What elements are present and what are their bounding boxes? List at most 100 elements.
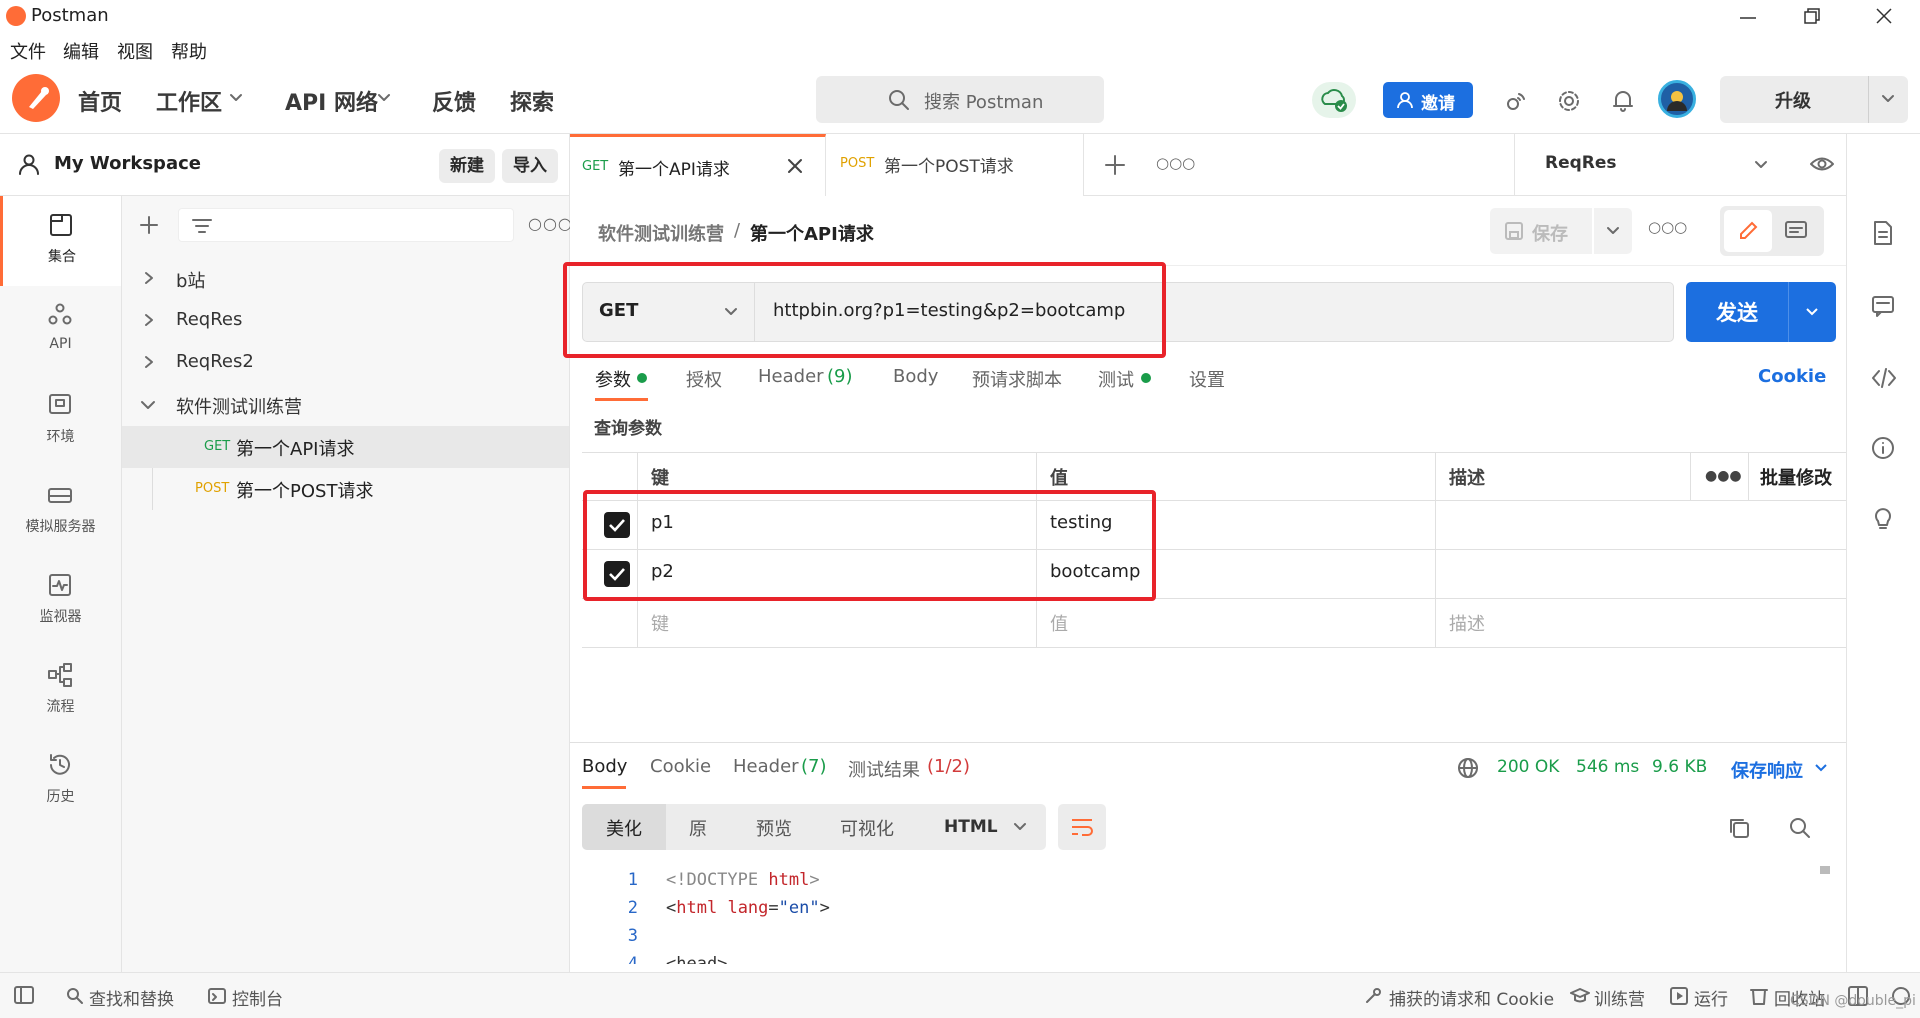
- new-key-input[interactable]: 键: [651, 610, 669, 636]
- filter-input[interactable]: [178, 208, 514, 242]
- response-tab-test-results[interactable]: 测试结果: [848, 756, 920, 782]
- collection-item[interactable]: ReqRes: [122, 300, 569, 342]
- sidebar-toggle-icon[interactable]: [14, 986, 34, 1004]
- capture-requests-button[interactable]: 捕获的请求和 Cookie: [1389, 985, 1554, 1010]
- save-button[interactable]: 保存: [1490, 208, 1592, 254]
- documentation-icon[interactable]: [1871, 220, 1895, 246]
- status-code[interactable]: 200 OK: [1497, 757, 1559, 777]
- tab-params[interactable]: 参数: [595, 366, 631, 392]
- environment-selector[interactable]: ReqRes: [1514, 134, 1846, 196]
- new-button[interactable]: 新建: [439, 149, 495, 183]
- search-input[interactable]: 搜索 Postman: [816, 76, 1104, 123]
- view-mode-visualize[interactable]: 可视化: [840, 815, 894, 841]
- response-tab-cookie[interactable]: Cookie: [650, 756, 711, 777]
- sync-cloud-icon[interactable]: [1312, 82, 1356, 118]
- collection-item-expanded[interactable]: 软件测试训练营: [122, 384, 569, 426]
- view-mode-raw[interactable]: 原: [689, 815, 707, 841]
- upgrade-button[interactable]: 升级: [1720, 76, 1908, 123]
- menu-edit[interactable]: 编辑: [63, 38, 99, 64]
- notification-bell-icon[interactable]: [1610, 88, 1636, 114]
- search-icon[interactable]: [1788, 816, 1812, 840]
- settings-gear-icon[interactable]: [1556, 88, 1582, 114]
- import-button[interactable]: 导入: [502, 149, 558, 183]
- request-item[interactable]: POST 第一个POST请求: [122, 468, 569, 510]
- view-mode-pretty[interactable]: 美化: [582, 804, 666, 850]
- close-window-icon[interactable]: [1872, 4, 1896, 28]
- tab-tests[interactable]: 测试: [1098, 366, 1134, 392]
- nav-feedback[interactable]: 反馈: [432, 85, 476, 117]
- nav-home[interactable]: 首页: [78, 85, 122, 117]
- minimize-icon[interactable]: [1736, 4, 1760, 28]
- code-line[interactable]: <html lang="en">: [666, 898, 830, 918]
- rail-environment[interactable]: 环境: [0, 376, 121, 466]
- response-tab-body[interactable]: Body: [582, 756, 627, 777]
- view-mode-preview[interactable]: 预览: [756, 815, 792, 841]
- eye-icon[interactable]: [1809, 153, 1835, 175]
- tab-body[interactable]: Body: [893, 366, 938, 387]
- edit-mode[interactable]: [1724, 210, 1772, 252]
- info-icon[interactable]: [1871, 436, 1895, 460]
- tab-settings[interactable]: 设置: [1189, 366, 1225, 392]
- response-size[interactable]: 9.6 KB: [1652, 757, 1707, 777]
- code-line[interactable]: <head>: [666, 954, 727, 964]
- tab-prerequest[interactable]: 预请求脚本: [972, 366, 1062, 392]
- code-line[interactable]: <!DOCTYPE html>: [666, 870, 820, 890]
- console-button[interactable]: 控制台: [232, 985, 283, 1010]
- new-description-input[interactable]: 描述: [1449, 610, 1485, 636]
- add-collection-icon[interactable]: [138, 214, 160, 236]
- globe-icon[interactable]: [1456, 756, 1480, 780]
- close-tab-icon[interactable]: [786, 157, 804, 175]
- cookie-link[interactable]: Cookie: [1758, 366, 1826, 387]
- restore-icon[interactable]: [1800, 4, 1824, 28]
- breadcrumb-request[interactable]: 第一个API请求: [750, 220, 874, 246]
- chevron-down-icon[interactable]: [1880, 91, 1896, 107]
- rail-history[interactable]: 历史: [0, 736, 121, 826]
- rail-monitors[interactable]: 监视器: [0, 556, 121, 646]
- collection-item[interactable]: ReqRes2: [122, 342, 569, 384]
- tab-active[interactable]: GET 第一个API请求: [570, 134, 826, 196]
- more-options-icon[interactable]: ○○○: [528, 214, 573, 233]
- nav-workspaces[interactable]: 工作区: [156, 85, 222, 117]
- tab[interactable]: POST 第一个POST请求: [826, 134, 1084, 196]
- avatar[interactable]: [1658, 80, 1696, 118]
- send-button[interactable]: 发送: [1686, 282, 1836, 342]
- chevron-down-icon[interactable]: [1813, 760, 1829, 776]
- bootcamp-button[interactable]: 训练营: [1594, 985, 1645, 1010]
- runner-button[interactable]: 运行: [1694, 985, 1728, 1010]
- breadcrumb-collection[interactable]: 软件测试训练营: [598, 220, 724, 246]
- comments-icon[interactable]: [1784, 220, 1808, 242]
- save-dropdown[interactable]: [1594, 208, 1632, 254]
- rail-flows[interactable]: 流程: [0, 646, 121, 736]
- response-tab-headers[interactable]: Header: [733, 756, 799, 777]
- save-response-button[interactable]: 保存响应: [1731, 757, 1803, 783]
- satellite-icon[interactable]: [1503, 88, 1529, 114]
- rail-collections[interactable]: 集合: [0, 196, 121, 286]
- scrollbar-thumb[interactable]: [1820, 866, 1830, 874]
- bulk-edit-button[interactable]: 批量修改: [1760, 464, 1832, 490]
- mode-toggle[interactable]: [1720, 206, 1824, 256]
- lightbulb-icon[interactable]: [1871, 506, 1895, 532]
- collection-item[interactable]: b站: [122, 258, 569, 300]
- tab-auth[interactable]: 授权: [686, 366, 722, 392]
- format-select[interactable]: HTML: [930, 804, 1046, 850]
- comments-icon[interactable]: [1871, 294, 1895, 318]
- request-options-icon[interactable]: ○○○: [1648, 218, 1687, 236]
- new-value-input[interactable]: 值: [1050, 610, 1068, 636]
- rail-api[interactable]: API: [0, 286, 121, 376]
- chevron-down-icon[interactable]: [1804, 304, 1820, 320]
- find-replace-button[interactable]: 查找和替换: [89, 985, 174, 1010]
- menu-file[interactable]: 文件: [10, 38, 46, 64]
- response-time[interactable]: 546 ms: [1576, 757, 1639, 777]
- postman-logo[interactable]: [12, 74, 60, 122]
- new-tab-icon[interactable]: [1104, 154, 1126, 176]
- tab-headers[interactable]: Header: [758, 366, 824, 387]
- wrap-lines-button[interactable]: [1058, 804, 1106, 850]
- code-icon[interactable]: [1871, 366, 1897, 390]
- copy-icon[interactable]: [1727, 816, 1751, 840]
- workspace-name[interactable]: My Workspace: [54, 153, 201, 174]
- nav-api-network[interactable]: API 网络: [285, 85, 378, 117]
- menu-help[interactable]: 帮助: [171, 38, 207, 64]
- menu-view[interactable]: 视图: [117, 38, 153, 64]
- request-item-selected[interactable]: GET 第一个API请求: [122, 426, 569, 468]
- nav-explore[interactable]: 探索: [510, 85, 554, 117]
